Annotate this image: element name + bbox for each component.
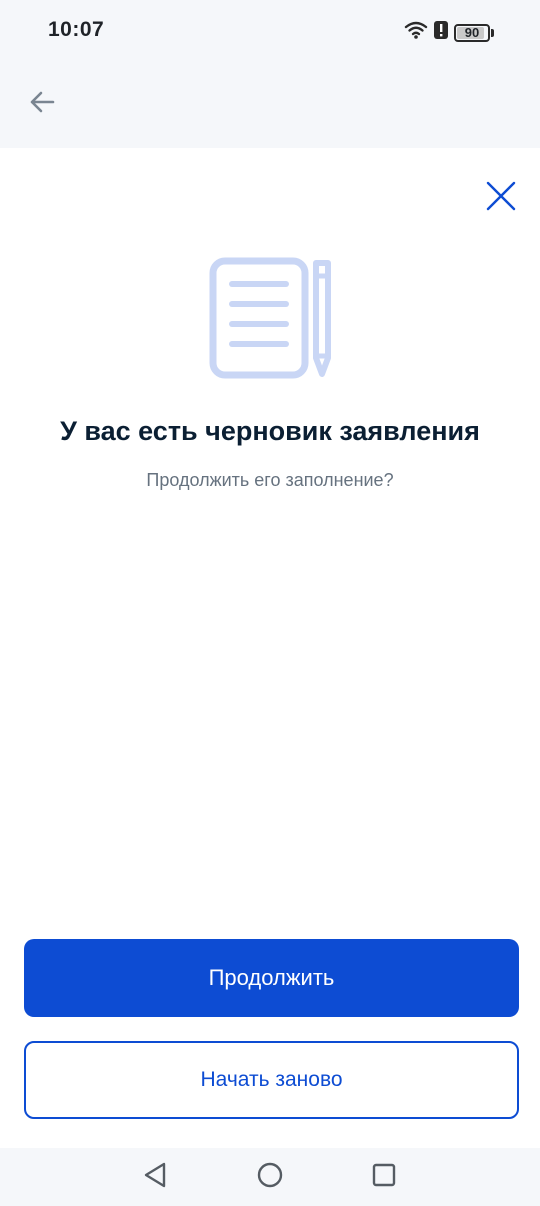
nav-back-icon <box>142 1161 168 1194</box>
battery-icon: 90 <box>454 23 490 42</box>
nav-back-button[interactable] <box>138 1160 172 1194</box>
dialog-subtitle: Продолжить его заполнение? <box>146 470 394 490</box>
arrow-left-icon <box>27 87 57 122</box>
close-icon <box>485 180 517 217</box>
alert-icon <box>433 20 449 45</box>
status-icons: 90 <box>404 20 494 45</box>
start-over-button[interactable]: Начать заново <box>24 1041 519 1119</box>
battery-nub <box>491 28 494 37</box>
continue-button[interactable]: Продолжить <box>24 939 519 1017</box>
status-bar: 10:07 90 <box>0 0 540 64</box>
nav-recents-button[interactable] <box>367 1160 401 1194</box>
dialog-title: У вас есть черновик заявления <box>60 416 480 446</box>
battery-level: 90 <box>464 25 480 40</box>
back-button[interactable] <box>22 84 62 124</box>
nav-home-icon <box>256 1161 284 1194</box>
notepad-pencil-icon <box>206 254 338 382</box>
nav-recents-icon <box>371 1162 397 1193</box>
wifi-icon <box>404 20 428 45</box>
status-time: 10:07 <box>48 18 105 41</box>
close-button[interactable] <box>480 177 522 219</box>
system-nav-bar <box>0 1148 540 1206</box>
app-bar <box>0 64 540 148</box>
nav-home-button[interactable] <box>253 1160 287 1194</box>
